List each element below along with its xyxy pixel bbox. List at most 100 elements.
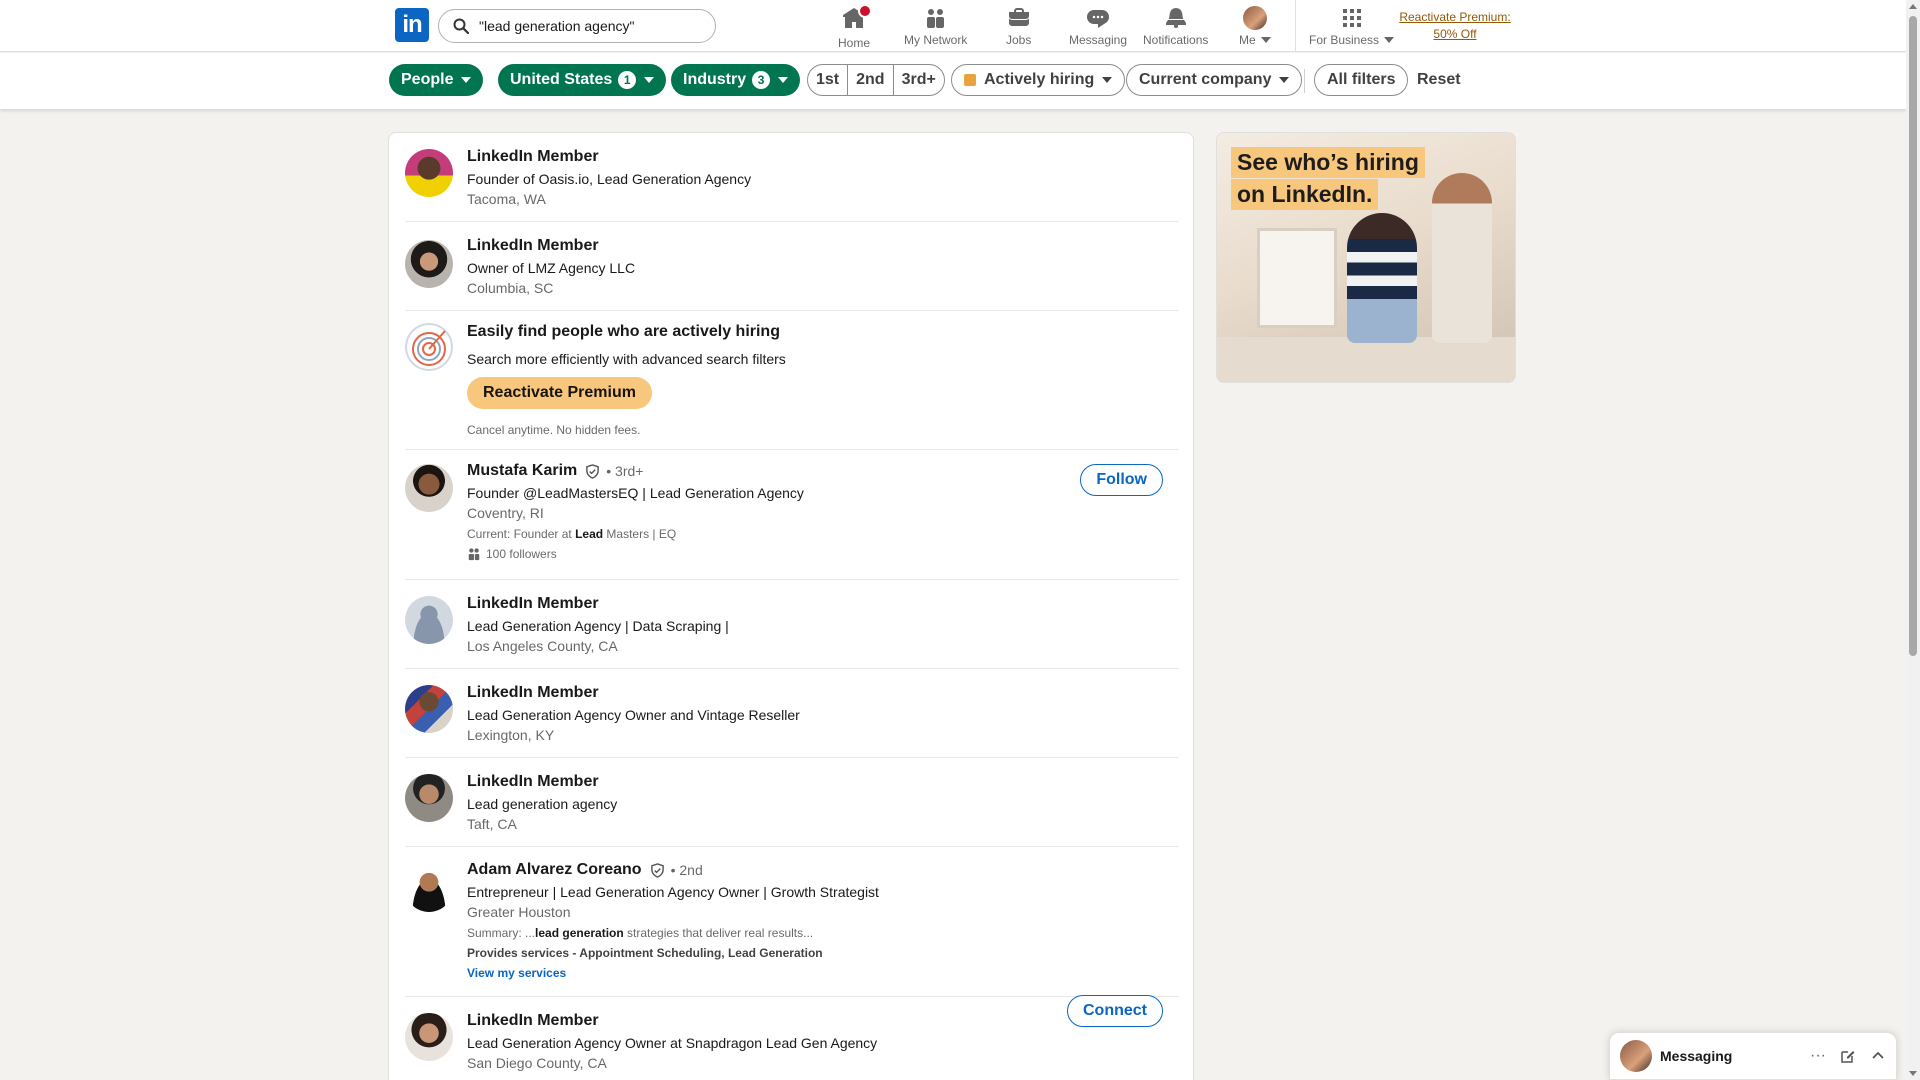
- result-headline: Owner of LMZ Agency LLC: [467, 260, 636, 276]
- filter-industry[interactable]: Industry 3: [671, 64, 801, 96]
- avatar[interactable]: [405, 685, 453, 733]
- search-input[interactable]: [479, 18, 699, 34]
- result-row[interactable]: LinkedIn Member Lead Generation Agency |…: [405, 580, 1179, 669]
- result-row[interactable]: Mustafa Karim • 3rd+ Founder @LeadMaster…: [405, 450, 1179, 580]
- nav-notifications[interactable]: Notifications: [1143, 6, 1208, 47]
- current-highlight: Lead: [575, 527, 604, 541]
- search-icon: [453, 18, 469, 34]
- filter-degree-3rd[interactable]: 3rd+: [892, 65, 944, 95]
- reactivate-premium-button[interactable]: Reactivate Premium: [467, 377, 652, 409]
- promo-note: Cancel anytime. No hidden fees.: [467, 423, 641, 437]
- avatar[interactable]: [405, 864, 453, 912]
- hiring-icon: [964, 74, 976, 86]
- nav-messaging-label: Messaging: [1069, 33, 1128, 47]
- result-name[interactable]: LinkedIn Member: [467, 1012, 877, 1030]
- result-row[interactable]: LinkedIn Member Lead Generation Agency O…: [405, 997, 1179, 1080]
- messaging-title[interactable]: Messaging: [1660, 1048, 1796, 1064]
- result-name[interactable]: LinkedIn Member: [467, 773, 617, 791]
- filter-bar: People United States 1 Industry 3 1st 2nd …: [0, 53, 1906, 109]
- filter-people[interactable]: People: [389, 64, 484, 96]
- more-options-icon[interactable]: ···: [1810, 1047, 1826, 1065]
- connection-degree: • 3rd+: [606, 463, 644, 479]
- nav-home[interactable]: Home: [838, 4, 872, 50]
- nav-my-network[interactable]: My Network: [904, 6, 967, 47]
- chevron-down-icon: [778, 77, 789, 83]
- result-name-row: Adam Alvarez Coreano • 2nd: [467, 861, 879, 879]
- page-scrollbar[interactable]: [1906, 0, 1920, 1080]
- all-filters-label: All filters: [1327, 71, 1396, 88]
- premium-link-line2: 50% Off: [1433, 27, 1477, 41]
- result-headline: Founder @LeadMastersEQ | Lead Generation…: [467, 485, 804, 501]
- linkedin-logo[interactable]: in: [395, 8, 429, 42]
- filter-current-company-label: Current company: [1139, 71, 1272, 88]
- result-name[interactable]: LinkedIn Member: [467, 148, 751, 166]
- avatar[interactable]: [405, 1013, 453, 1061]
- result-name[interactable]: LinkedIn Member: [467, 684, 800, 702]
- chevron-up-icon[interactable]: [1870, 1048, 1886, 1064]
- scroll-up-arrow-icon[interactable]: [1909, 4, 1917, 9]
- nav-for-business-label: For Business: [1309, 33, 1380, 47]
- result-row[interactable]: LinkedIn Member Lead Generation Agency O…: [405, 669, 1179, 758]
- all-filters-button[interactable]: All filters: [1314, 64, 1409, 96]
- result-name[interactable]: Adam Alvarez Coreano: [467, 861, 642, 879]
- top-nav: in Home My Network Jobs Messaging Notifi…: [0, 0, 1906, 52]
- avatar[interactable]: [405, 149, 453, 197]
- nav-jobs[interactable]: Jobs: [1006, 6, 1031, 47]
- result-name[interactable]: Mustafa Karim: [467, 462, 577, 480]
- ad-headline-line2: on LinkedIn.: [1231, 179, 1379, 210]
- nav-for-business[interactable]: For Business: [1309, 6, 1395, 47]
- ad-person-image: [1347, 213, 1417, 343]
- chevron-down-icon: [644, 77, 655, 83]
- chevron-down-icon: [1279, 77, 1290, 83]
- filter-divider: [1304, 69, 1305, 93]
- premium-link-line1: Reactivate Premium:: [1399, 10, 1511, 24]
- result-headline: Lead Generation Agency Owner and Vintage…: [467, 707, 800, 723]
- avatar[interactable]: [405, 596, 453, 644]
- filter-actively-hiring[interactable]: Actively hiring: [951, 64, 1126, 96]
- hiring-ad[interactable]: See who’s hiring on LinkedIn.: [1216, 132, 1516, 383]
- reactivate-premium-link[interactable]: Reactivate Premium: 50% Off: [1397, 9, 1513, 43]
- filter-people-label: People: [401, 71, 454, 88]
- result-row[interactable]: Adam Alvarez Coreano • 2nd Entrepreneur …: [405, 847, 1179, 1027]
- current-position: Current: Founder at Lead Masters | EQ: [467, 527, 804, 541]
- result-row[interactable]: LinkedIn Member Owner of LMZ Agency LLC …: [405, 222, 1179, 311]
- messaging-overlay[interactable]: Messaging ···: [1609, 1032, 1897, 1080]
- result-row[interactable]: LinkedIn Member Lead generation agency T…: [405, 758, 1179, 847]
- scroll-down-arrow-icon[interactable]: [1909, 1071, 1917, 1076]
- filter-location-label: United States: [510, 71, 613, 88]
- connection-degree: • 2nd: [670, 862, 703, 878]
- nav-me[interactable]: Me: [1239, 6, 1271, 47]
- filter-current-company[interactable]: Current company: [1126, 64, 1303, 96]
- filter-location-count: 1: [618, 71, 637, 89]
- scrollbar-thumb[interactable]: [1909, 16, 1917, 656]
- compose-icon[interactable]: [1840, 1048, 1856, 1064]
- filter-industry-label: Industry: [683, 71, 747, 88]
- result-row[interactable]: LinkedIn Member Founder of Oasis.io, Lea…: [405, 133, 1179, 222]
- result-location: Columbia, SC: [467, 280, 554, 296]
- messaging-icon: [1087, 10, 1110, 28]
- avatar[interactable]: [405, 464, 453, 512]
- result-name[interactable]: LinkedIn Member: [467, 237, 635, 255]
- filter-actively-hiring-label: Actively hiring: [984, 71, 1095, 88]
- nav-notifications-label: Notifications: [1143, 33, 1209, 47]
- follow-button[interactable]: Follow: [1080, 464, 1163, 496]
- promo-title: Easily find people who are actively hiri…: [467, 323, 780, 340]
- filter-degree-1st[interactable]: 1st: [808, 65, 847, 95]
- nav-home-label: Home: [838, 36, 871, 50]
- avatar[interactable]: [405, 774, 453, 822]
- avatar[interactable]: [405, 240, 453, 288]
- result-name[interactable]: LinkedIn Member: [467, 595, 729, 613]
- nav-messaging[interactable]: Messaging: [1069, 6, 1127, 47]
- result-location: Coventry, RI: [467, 505, 544, 521]
- followers-icon: [468, 548, 480, 561]
- filter-location[interactable]: United States 1: [498, 64, 667, 96]
- ad-window-image: [1257, 228, 1337, 328]
- filter-degree-2nd[interactable]: 2nd: [847, 65, 892, 95]
- search-box[interactable]: [438, 9, 716, 43]
- result-location: Tacoma, WA: [467, 191, 546, 207]
- view-services-link[interactable]: View my services: [467, 966, 879, 980]
- result-location: Taft, CA: [467, 816, 517, 832]
- reset-button[interactable]: Reset: [1417, 71, 1461, 89]
- search-results: LinkedIn Member Founder of Oasis.io, Lea…: [388, 132, 1194, 1080]
- ad-floor-image: [1217, 337, 1515, 382]
